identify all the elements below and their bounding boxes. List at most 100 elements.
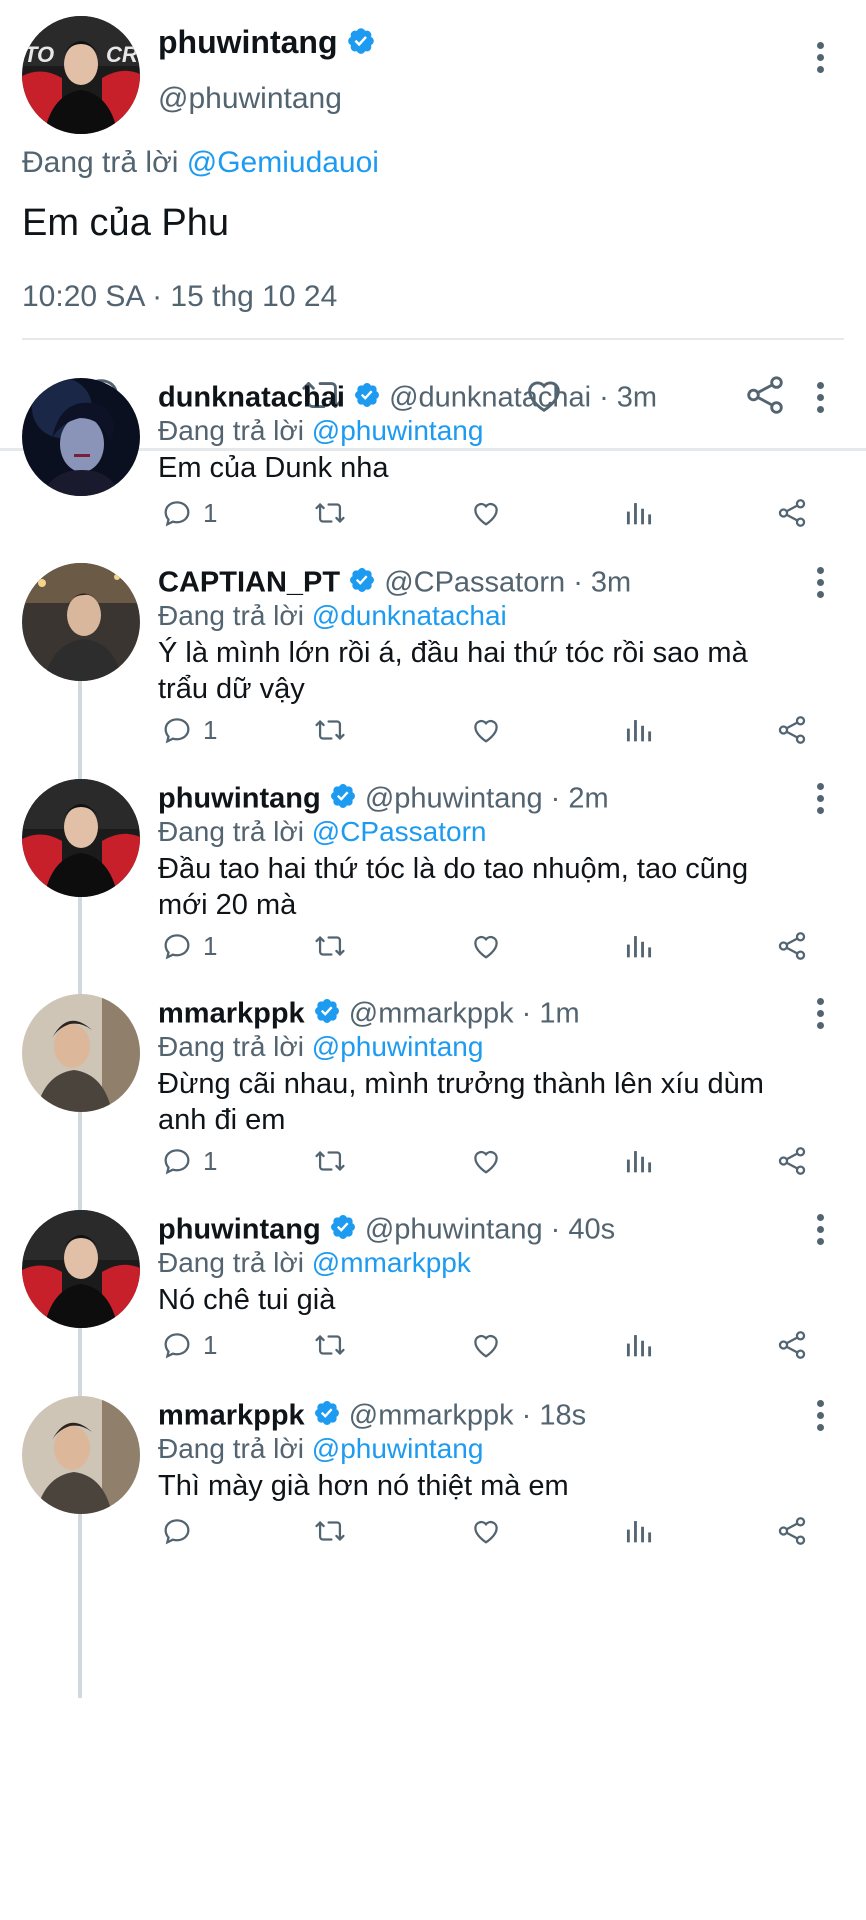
share-icon[interactable]	[775, 1514, 809, 1553]
like-icon[interactable]	[468, 929, 504, 968]
avatar[interactable]	[22, 1210, 140, 1328]
reply-prefix: Đang trả lời	[158, 1247, 304, 1278]
more-options-icon[interactable]	[808, 783, 832, 823]
reply-context: Đang trả lời @mmarkppk	[158, 1247, 471, 1279]
share-icon[interactable]	[775, 1328, 809, 1367]
more-options-icon[interactable]	[808, 382, 832, 422]
reply-icon[interactable]	[160, 1328, 194, 1367]
more-options-icon[interactable]	[808, 42, 832, 82]
author-name[interactable]: phuwintang	[158, 783, 321, 815]
tweet-text: Em của Dunk nha	[158, 450, 818, 486]
verified-badge-icon	[313, 1399, 341, 1435]
share-icon[interactable]	[775, 1144, 809, 1183]
verified-badge-icon	[346, 26, 376, 64]
reply-prefix: Đang trả lời	[158, 415, 304, 446]
reply-to-link[interactable]: @phuwintang	[312, 415, 484, 446]
reply-context: Đang trả lời @phuwintang	[158, 1031, 483, 1063]
tweet-time[interactable]: · 1m	[522, 998, 580, 1030]
more-options-icon[interactable]	[808, 567, 832, 607]
share-icon[interactable]	[775, 713, 809, 752]
views-icon[interactable]	[622, 713, 656, 752]
author-name[interactable]: mmarkppk	[158, 1400, 305, 1432]
reply-icon[interactable]	[160, 713, 194, 752]
avatar[interactable]	[22, 1396, 140, 1514]
reply-icon[interactable]	[160, 496, 194, 535]
divider	[22, 338, 844, 340]
author-handle[interactable]: @mmarkppk	[349, 998, 514, 1030]
reply-icon[interactable]	[160, 929, 194, 968]
author-handle[interactable]: @CPassatorn	[384, 567, 565, 599]
tweet-time[interactable]: · 3m	[573, 567, 631, 599]
views-icon[interactable]	[622, 1514, 656, 1553]
tweet-text-line: mới 20 mà	[158, 889, 297, 921]
like-icon[interactable]	[468, 1514, 504, 1553]
author-handle[interactable]: @dunknatachai	[389, 382, 591, 414]
author-handle[interactable]: @phuwintang	[158, 82, 342, 116]
retweet-icon[interactable]	[312, 1514, 348, 1553]
tweet-time[interactable]: · 2m	[551, 783, 609, 815]
tweet-text: Ý là mình lớn rồi á, đầu hai thứ tóc rồi…	[158, 635, 818, 707]
reply-context: Đang trả lời @dunknatachai	[158, 600, 507, 632]
reply-to-link[interactable]: @dunknatachai	[312, 600, 507, 631]
views-icon[interactable]	[622, 1144, 656, 1183]
reply-count: 1	[203, 715, 218, 745]
tweet-time[interactable]: · 18s	[522, 1400, 586, 1432]
tweet-text-line: Thì mày già hơn nó thiệt mà em	[158, 1470, 569, 1502]
avatar[interactable]	[22, 779, 140, 897]
reply-to-link[interactable]: @mmarkppk	[312, 1247, 471, 1278]
svg-text:CR: CR	[106, 42, 138, 67]
reply-header: mmarkppk @mmarkppk · 18s	[158, 1399, 586, 1435]
tweet-text-line: trẩu dữ vậy	[158, 673, 305, 705]
reply-prefix: Đang trả lời	[158, 1031, 304, 1062]
author-handle[interactable]: @phuwintang	[365, 1214, 543, 1246]
reply-icon[interactable]	[160, 1144, 194, 1183]
author-handle[interactable]: @phuwintang	[365, 783, 543, 815]
reply-to-link[interactable]: @phuwintang	[312, 1031, 484, 1062]
avatar[interactable]	[22, 994, 140, 1112]
share-icon[interactable]	[775, 496, 809, 535]
like-icon[interactable]	[468, 1328, 504, 1367]
views-icon[interactable]	[622, 496, 656, 535]
reply-context: Đang trả lời @CPassatorn	[158, 816, 486, 848]
reply-to-link[interactable]: @Gemiudauoi	[187, 146, 379, 179]
more-options-icon[interactable]	[808, 1400, 832, 1440]
like-icon[interactable]	[468, 1144, 504, 1183]
reply-count: 1	[203, 931, 218, 961]
reply-icon[interactable]	[160, 1514, 194, 1553]
like-icon[interactable]	[468, 713, 504, 752]
avatar[interactable]	[22, 563, 140, 681]
tweet-time[interactable]: · 40s	[551, 1214, 615, 1246]
reply-to-link[interactable]: @CPassatorn	[312, 816, 487, 847]
retweet-icon[interactable]	[312, 1328, 348, 1367]
tweet-timestamp[interactable]: 10:20 SA · 15 thg 10 24	[22, 280, 337, 314]
avatar[interactable]	[22, 378, 140, 496]
tweet-text: Nó chê tui già	[158, 1282, 818, 1318]
tweet-text-line: Đầu tao hai thứ tóc là do tao nhuộm, tao…	[158, 853, 749, 885]
retweet-icon[interactable]	[312, 496, 348, 535]
author-name[interactable]: mmarkppk	[158, 998, 305, 1030]
tweet-text-line: anh đi em	[158, 1104, 286, 1136]
views-icon[interactable]	[622, 1328, 656, 1367]
author-name[interactable]: CAPTIAN_PT	[158, 567, 340, 599]
tweet-text: Thì mày già hơn nó thiệt mà em	[158, 1468, 818, 1504]
retweet-icon[interactable]	[312, 713, 348, 752]
author-handle[interactable]: @mmarkppk	[349, 1400, 514, 1432]
author-name[interactable]: dunknatachai	[158, 382, 345, 414]
like-icon[interactable]	[468, 496, 504, 535]
author-name[interactable]: phuwintang	[158, 1214, 321, 1246]
author-name[interactable]: phuwintang	[158, 24, 338, 60]
avatar[interactable]: TO CR	[22, 16, 140, 134]
share-icon[interactable]	[775, 929, 809, 968]
reply-context: Đang trả lời @phuwintang	[158, 415, 483, 447]
retweet-icon[interactable]	[312, 1144, 348, 1183]
more-options-icon[interactable]	[808, 1214, 832, 1254]
more-options-icon[interactable]	[808, 998, 832, 1038]
views-icon[interactable]	[622, 929, 656, 968]
tweet-time[interactable]: · 3m	[599, 382, 657, 414]
reply-prefix: Đang trả lời	[158, 816, 304, 847]
reply-to-link[interactable]: @phuwintang	[312, 1433, 484, 1464]
reply-header: dunknatachai @dunknatachai · 3m	[158, 381, 657, 417]
author-name-row: phuwintang	[158, 24, 376, 64]
retweet-icon[interactable]	[312, 929, 348, 968]
share-icon[interactable]	[742, 372, 788, 423]
